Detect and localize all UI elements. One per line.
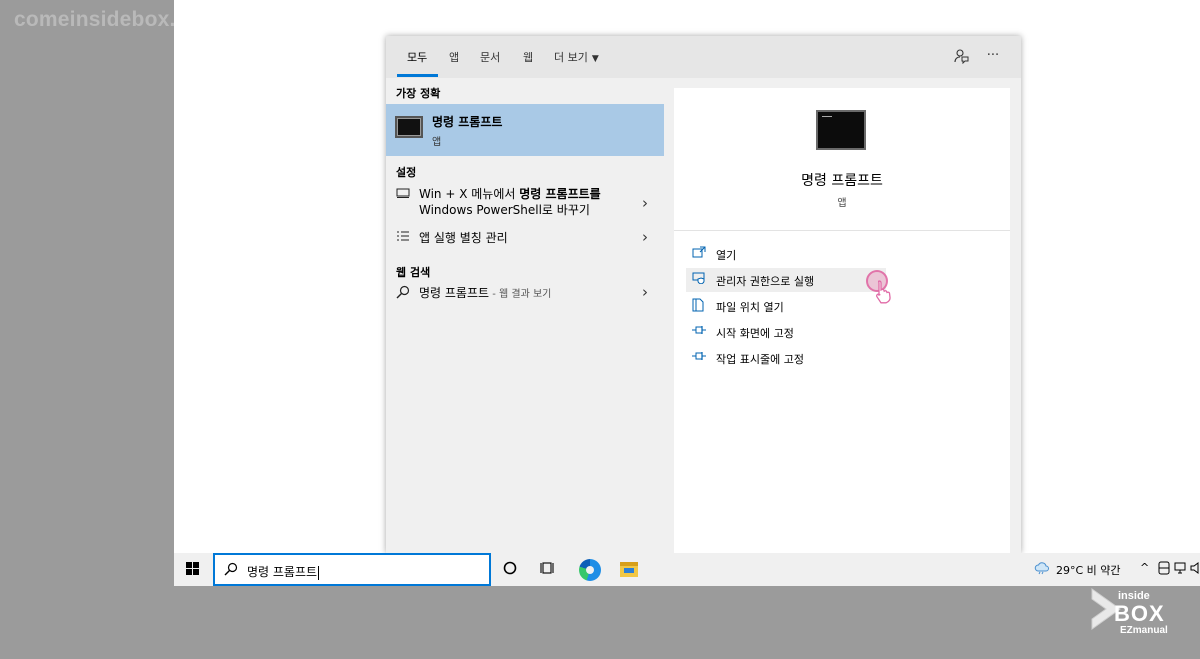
taskbar-search-input[interactable]: 명령 프롬프트 [213, 553, 491, 586]
action-run-as-admin[interactable]: 관리자 권한으로 실행 [686, 268, 886, 292]
action-pin-start-label: 시작 화면에 고정 [716, 327, 794, 340]
results-list: 가장 정확 명령 프롬프트 앱 설정 Win + X 메뉴에서 명령 프롬프트를… [386, 78, 664, 553]
active-tab-indicator [397, 74, 438, 77]
tab-web[interactable]: 웹 [523, 49, 533, 65]
action-open[interactable]: 열기 [686, 242, 886, 266]
settings-heading: 설정 [396, 166, 417, 179]
hand-cursor-icon [876, 280, 891, 304]
chevron-right-icon: › [642, 228, 648, 246]
pin-icon [692, 324, 706, 338]
search-icon [224, 562, 238, 580]
task-view-icon[interactable] [538, 560, 558, 580]
taskbar: 명령 프롬프트 29°C 비 약간 ^ [174, 553, 1200, 586]
settings-item-winx-label: Win + X 메뉴에서 명령 프롬프트를 Windows PowerShell… [419, 186, 601, 218]
action-pin-taskbar[interactable]: 작업 표시줄에 고정 [686, 346, 886, 370]
logo-line3: EZmanual [1120, 625, 1168, 636]
web-search-heading: 웹 검색 [396, 266, 431, 279]
winx-line2: Windows PowerShell로 바꾸기 [419, 203, 590, 217]
action-run-as-admin-label: 관리자 권한으로 실행 [716, 275, 815, 288]
tray-app-icon[interactable] [1158, 561, 1170, 578]
cortana-icon[interactable] [500, 560, 520, 580]
tab-all[interactable]: 모두 [407, 49, 427, 65]
best-match-item[interactable]: 명령 프롬프트 앱 [386, 104, 664, 156]
winx-line1-bold: 명령 프롬프트를 [519, 187, 601, 201]
feedback-icon[interactable] [952, 48, 970, 66]
web-search-suffix: - 웹 결과 보기 [489, 289, 552, 300]
settings-item-alias[interactable]: 앱 실행 별칭 관리 › [386, 226, 664, 252]
action-open-file-location[interactable]: 파일 위치 열기 [686, 294, 886, 318]
windows-start-icon[interactable] [186, 562, 200, 576]
start-search-panel: 모두 앱 문서 웹 더 보기▼ ··· 가장 정확 명령 프롬프트 앱 설정 [386, 36, 1021, 553]
action-pin-taskbar-label: 작업 표시줄에 고정 [716, 353, 804, 366]
tab-documents[interactable]: 문서 [480, 49, 500, 65]
winx-line1-prefix: Win + X 메뉴에서 [419, 187, 520, 201]
preview-subtitle: 앱 [837, 198, 847, 209]
monitor-icon [396, 187, 410, 202]
shield-icon [692, 272, 706, 287]
command-prompt-large-icon [816, 110, 866, 150]
best-match-subtitle: 앱 [432, 137, 442, 148]
action-open-label: 열기 [716, 249, 737, 262]
chevron-right-icon: › [642, 283, 648, 301]
tab-apps[interactable]: 앱 [449, 49, 459, 65]
network-icon[interactable] [1174, 561, 1188, 578]
tab-more[interactable]: 더 보기 ▼ [554, 49, 599, 65]
logo-line2: BOX [1114, 601, 1165, 626]
file-location-icon [692, 298, 704, 315]
command-prompt-icon [395, 116, 423, 138]
desktop-screen: 모두 앱 문서 웹 더 보기▼ ··· 가장 정확 명령 프롬프트 앱 설정 [174, 0, 1200, 586]
search-icon [396, 285, 410, 302]
settings-item-alias-label: 앱 실행 별칭 관리 [419, 231, 508, 245]
action-open-file-location-label: 파일 위치 열기 [716, 301, 784, 314]
settings-item-winx[interactable]: Win + X 메뉴에서 명령 프롬프트를 Windows PowerShell… [386, 182, 664, 222]
text-caret [318, 565, 320, 580]
caret-down-icon: ▼ [591, 54, 599, 64]
preview-title: 명령 프롬프트 [801, 173, 883, 189]
weather-text[interactable]: 29°C 비 약간 [1056, 562, 1121, 578]
best-match-title: 명령 프롬프트 [432, 115, 503, 129]
insidebox-logo: inside BOX EZmanual [1090, 585, 1182, 641]
web-search-item[interactable]: 명령 프롬프트 - 웹 결과 보기 › [386, 281, 664, 307]
search-value-text: 명령 프롬프트 [247, 565, 318, 579]
chevron-right-icon: › [642, 194, 648, 212]
preview-divider [674, 230, 1010, 231]
pin-icon [692, 350, 706, 364]
file-explorer-icon[interactable] [620, 562, 638, 577]
search-value: 명령 프롬프트 [247, 563, 320, 580]
edge-browser-icon[interactable] [579, 559, 601, 581]
web-search-query: 명령 프롬프트 [419, 286, 490, 300]
tab-more-label: 더 보기 [554, 51, 588, 64]
volume-icon[interactable] [1190, 561, 1200, 578]
action-pin-start[interactable]: 시작 화면에 고정 [686, 320, 886, 344]
best-match-heading: 가장 정확 [396, 87, 441, 100]
web-search-label: 명령 프롬프트 - 웹 결과 보기 [419, 285, 551, 303]
show-hidden-icons-icon[interactable]: ^ [1140, 561, 1149, 574]
search-tabs: 모두 앱 문서 웹 더 보기 ▼ ··· [386, 36, 1021, 78]
preview-pane: 명령 프롬프트 앱 열기 관리자 권한으로 실행 파일 위치 열기 시작 화면에… [674, 88, 1010, 553]
more-options-icon[interactable]: ··· [984, 48, 1002, 66]
list-icon [396, 230, 410, 247]
open-icon [692, 246, 706, 261]
weather-icon[interactable] [1034, 561, 1050, 578]
